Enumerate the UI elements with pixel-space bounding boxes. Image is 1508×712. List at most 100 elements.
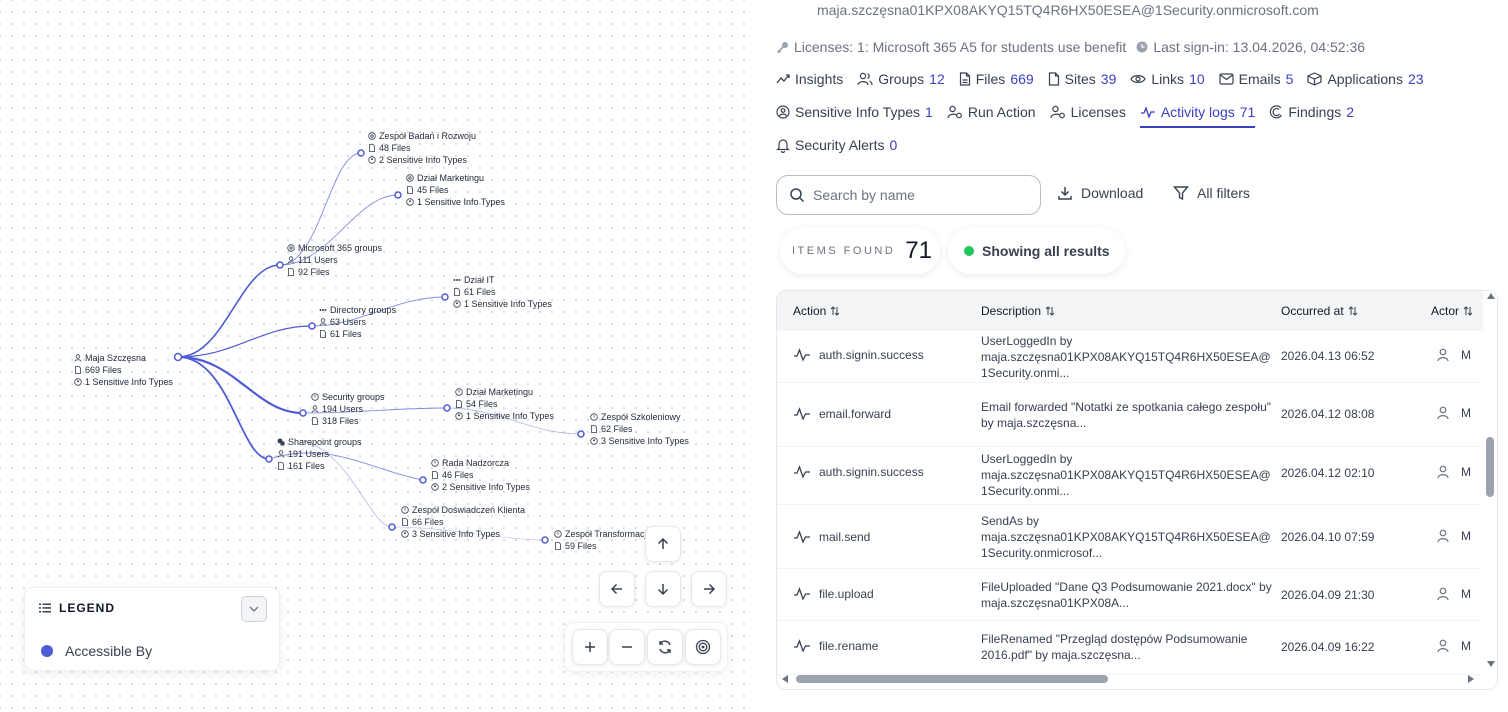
cell-action: file.rename (793, 639, 878, 653)
search-input[interactable] (813, 187, 1013, 203)
pan-up-button[interactable] (645, 526, 681, 562)
graph-label-marketing2[interactable]: Dział Marketingu 54 Files 1 Sensitive In… (455, 386, 554, 422)
reset-view-button[interactable] (647, 629, 683, 665)
graph-label-rada[interactable]: Rada Nadzorcza 46 Files 2 Sensitive Info… (431, 457, 530, 493)
file-icon (454, 288, 460, 296)
list-icon (39, 603, 51, 613)
node-sensitive: 1 Sensitive Info Types (464, 299, 552, 309)
user-meta: Licenses: 1: Microsoft 365 A5 for studen… (776, 39, 1365, 55)
table-row[interactable]: mail.send SendAs by maja.szczęsna01KPX08… (777, 505, 1483, 569)
tab-label: Files (975, 71, 1006, 87)
tab-licenses[interactable]: Licenses (1049, 100, 1126, 124)
tab-emails[interactable]: Emails 5 (1219, 67, 1293, 91)
graph-label-root[interactable]: Maja Szczęsna 669 Files 1 Sensitive Info… (74, 352, 173, 388)
tab-row-2: Sensitive Info Types 1 Run Action License… (776, 100, 1354, 128)
vertical-scroll-thumb[interactable] (1486, 437, 1494, 497)
user-icon (311, 405, 319, 413)
search-box[interactable] (776, 175, 1041, 215)
tab-count: 1 (925, 104, 933, 120)
horizontal-scroll-thumb[interactable] (796, 675, 1108, 683)
column-header-occurred-at[interactable]: Occurred at (1281, 304, 1358, 318)
file-icon (75, 366, 81, 374)
pan-left-button[interactable] (599, 571, 635, 607)
licenses-meta: Licenses: 1: Microsoft 365 A5 for studen… (776, 39, 1126, 55)
tab-label: Security Alerts (795, 137, 885, 153)
tab-applications[interactable]: Applications 23 (1307, 67, 1424, 91)
download-button[interactable]: Download (1057, 185, 1143, 201)
legend-item-label: Accessible By (65, 643, 153, 659)
legend-header: LEGEND (39, 601, 115, 615)
tab-label: Groups (878, 71, 925, 87)
all-filters-button[interactable]: All filters (1173, 185, 1250, 201)
group-icon (287, 244, 295, 252)
scroll-down-icon[interactable] (1487, 661, 1495, 667)
zoom-in-button[interactable] (572, 629, 608, 665)
graph-label-doswiadczen[interactable]: Zespół Doświadczeń Klienta 66 Files 3 Se… (401, 504, 525, 540)
target-icon (695, 639, 711, 655)
scroll-up-icon[interactable] (1487, 293, 1495, 299)
zoom-out-button[interactable] (609, 629, 645, 665)
graph-label-security[interactable]: Security groups 194 Users 318 Files (311, 391, 385, 427)
column-header-description[interactable]: Description (981, 304, 1055, 318)
node-sensitive: 2 Sensitive Info Types (442, 482, 530, 492)
group-icon (368, 132, 376, 140)
column-header-actor[interactable]: Actor (1431, 304, 1473, 318)
tab-count: 669 (1010, 71, 1034, 87)
tab-activity-logs[interactable]: Activity logs 71 (1139, 100, 1255, 128)
shield-icon (431, 459, 439, 467)
sensitive-icon (455, 412, 463, 420)
action-text: file.rename (819, 639, 879, 653)
tab-insights[interactable]: Insights (776, 67, 843, 91)
node-name: Zespół Badań i Rozwoju (379, 131, 477, 141)
graph-label-ms365[interactable]: Microsoft 365 groups 111 Users 92 Files (287, 242, 382, 278)
graph-label-transformacji[interactable]: Zespół Transformacji 59 Files (554, 528, 649, 552)
tab-links[interactable]: Links 10 (1130, 67, 1205, 91)
file-icon (959, 72, 970, 86)
action-text: file.upload (819, 587, 874, 601)
pan-down-button[interactable] (645, 571, 681, 607)
pan-right-button[interactable] (691, 571, 727, 607)
sensitive-icon (401, 530, 409, 538)
cell-occurred-at: 2026.04.09 16:22 (1281, 640, 1375, 654)
user-icon (1437, 529, 1449, 543)
graph-label-sharepoint[interactable]: Sharepoint groups 191 Users 161 Files (277, 436, 362, 472)
tab-groups[interactable]: Groups 12 (857, 67, 945, 91)
tab-run-action[interactable]: Run Action (947, 100, 1036, 124)
node-name: Security groups (322, 392, 385, 402)
graph-label-szkoleniowy[interactable]: Zespół Szkoleniowy 62 Files 3 Sensitive … (590, 411, 689, 447)
node-name: Zespół Transformacji (565, 529, 649, 539)
center-view-button[interactable] (685, 629, 721, 665)
legend-collapse-button[interactable] (241, 596, 267, 622)
table-row[interactable]: email.forward Email forwarded "Notatki z… (777, 383, 1483, 447)
tab-sites[interactable]: Sites 39 (1048, 67, 1116, 91)
cube-icon (1307, 72, 1323, 86)
graph-label-directory[interactable]: Directory groups 63 Users 61 Files (319, 304, 396, 340)
activity-icon (794, 465, 810, 479)
file-icon (407, 186, 413, 194)
table-row[interactable]: auth.signin.success UserLoggedIn by maja… (777, 331, 1483, 383)
tab-files[interactable]: Files 669 (959, 67, 1034, 91)
graph-label-badan[interactable]: Zespół Badań i Rozwoju 48 Files 2 Sensit… (368, 130, 476, 166)
access-graph-canvas[interactable]: Maja Szczęsna 669 Files 1 Sensitive Info… (0, 0, 745, 712)
activity-icon (794, 530, 810, 544)
tab-findings[interactable]: Findings 2 (1269, 100, 1354, 124)
tab-count: 23 (1407, 71, 1424, 87)
node-files: 61 Files (330, 329, 362, 339)
graph-label-it[interactable]: Dział IT 61 Files 1 Sensitive Info Types (453, 274, 552, 310)
tab-security-alerts[interactable]: Security Alerts 0 (776, 133, 897, 157)
scroll-left-icon[interactable] (782, 675, 788, 683)
cell-occurred-at: 2026.04.10 07:59 (1281, 530, 1375, 544)
file-icon (432, 471, 438, 479)
legend-title: LEGEND (59, 601, 116, 615)
cell-action: mail.send (793, 530, 870, 544)
tab-sensitive-info-types[interactable]: Sensitive Info Types 1 (776, 100, 933, 124)
cell-description: FileUploaded "Dane Q3 Podsumowanie 2021.… (981, 580, 1272, 610)
table-row[interactable]: auth.signin.success UserLoggedIn by maja… (777, 447, 1483, 505)
table-row[interactable]: file.rename FileRenamed "Przegląd dostęp… (777, 621, 1483, 675)
scroll-right-icon[interactable] (1468, 675, 1474, 683)
table-row[interactable]: file.upload FileUploaded "Dane Q3 Podsum… (777, 569, 1483, 621)
graph-label-marketing1[interactable]: Dział Marketingu 45 Files 1 Sensitive In… (406, 172, 505, 208)
node-badan (357, 149, 365, 157)
column-header-action[interactable]: Action (793, 304, 840, 318)
node-sensitive: 1 Sensitive Info Types (417, 197, 505, 207)
